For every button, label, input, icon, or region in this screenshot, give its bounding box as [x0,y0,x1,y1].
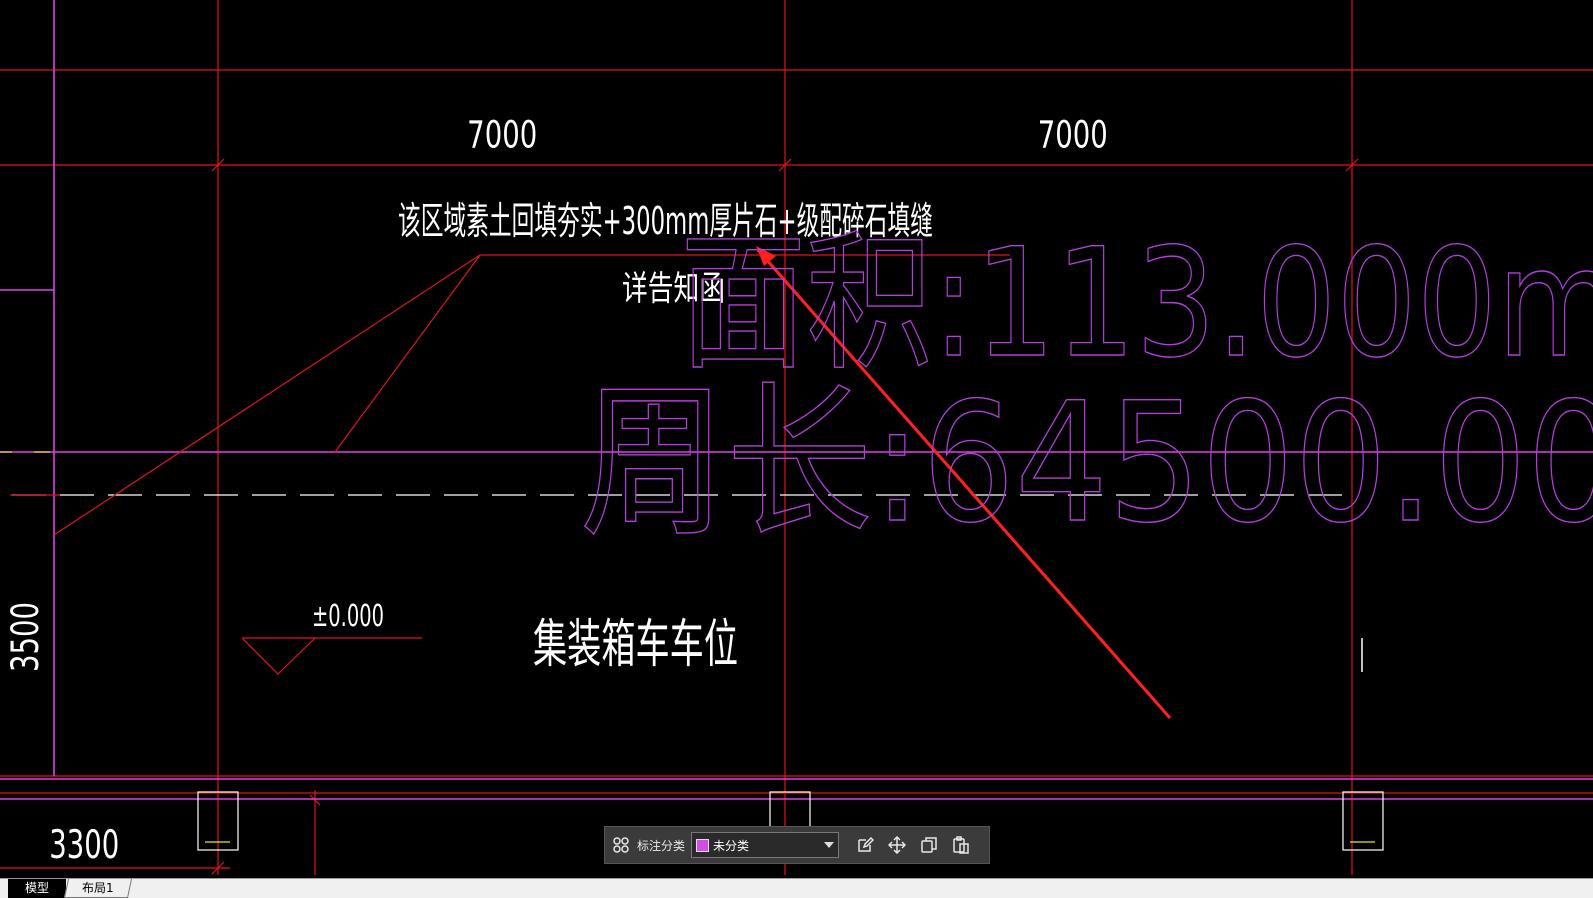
dim-bottom-left: 3300 [49,822,119,868]
measure-area-text: 面积:113.000m [680,217,1593,391]
category-value: 未分类 [713,838,750,853]
zone-label: 集装箱车车位 [533,615,738,675]
paste-icon[interactable] [949,833,973,857]
category-color-swatch [696,838,710,852]
move-icon[interactable] [885,833,909,857]
grid-icon[interactable] [609,833,633,857]
cad-drawing-canvas[interactable]: 7000 7000 3500 3300 该区域素土回填夯实+300mm厚片石+级… [0,0,1593,878]
measure-perimeter-text: 周长:64500.00 [580,367,1593,559]
elevation-label: ±0.000 [312,599,384,634]
tab-layout1[interactable]: 布局1 [63,879,133,898]
tab-layout1-label: 布局1 [82,881,114,895]
chevron-down-icon [824,842,835,848]
category-label: 标注分类 [637,838,686,853]
dim-height-left: 3500 [4,602,48,672]
copy-icon[interactable] [917,833,941,857]
dim-span-left: 7000 [467,113,537,157]
dim-span-right: 7000 [1038,113,1108,157]
tab-model[interactable]: 模型 [8,879,66,898]
annotation-toolbar: 标注分类 未分类 [604,826,990,864]
category-dropdown[interactable]: 未分类 [691,832,840,858]
elevation-symbol [241,637,422,675]
layout-tab-bar: 模型 布局1 [0,878,1593,898]
edit-icon[interactable] [853,833,877,857]
